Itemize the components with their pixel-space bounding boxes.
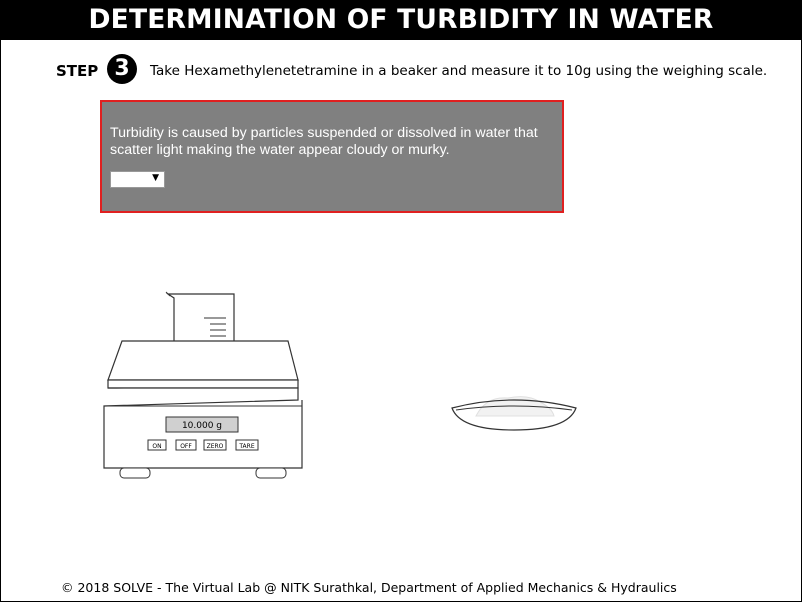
scale-tare-button[interactable]: TARE bbox=[235, 439, 259, 451]
scale-zero-label: ZERO bbox=[207, 443, 224, 450]
chevron-down-icon: ▼ bbox=[152, 173, 159, 183]
scale-on-label: ON bbox=[152, 443, 161, 450]
page-title: DETERMINATION OF TURBIDITY IN WATER bbox=[0, 0, 802, 40]
scale-off-button[interactable]: OFF bbox=[175, 439, 197, 451]
info-box: Turbidity is caused by particles suspend… bbox=[100, 100, 564, 213]
info-text: Turbidity is caused by particles suspend… bbox=[110, 125, 538, 158]
scale-on-button[interactable]: ON bbox=[147, 439, 167, 451]
step-instruction: Take Hexamethylenetetramine in a beaker … bbox=[150, 63, 768, 79]
weighing-scale: 10.000 g ON OFF ZERO TARE bbox=[103, 291, 303, 479]
step-label: STEP bbox=[56, 62, 99, 80]
scale-display-value: 10.000 g bbox=[182, 421, 222, 431]
powder-dish[interactable] bbox=[448, 388, 580, 436]
footer-credit: © 2018 SOLVE - The Virtual Lab @ NITK Su… bbox=[61, 580, 677, 595]
step-number-badge: 3 bbox=[107, 54, 137, 84]
scale-off-label: OFF bbox=[180, 443, 192, 450]
scale-zero-button[interactable]: ZERO bbox=[203, 439, 227, 451]
scale-tare-label: TARE bbox=[238, 443, 254, 450]
answer-dropdown[interactable]: ▼ bbox=[110, 171, 165, 188]
